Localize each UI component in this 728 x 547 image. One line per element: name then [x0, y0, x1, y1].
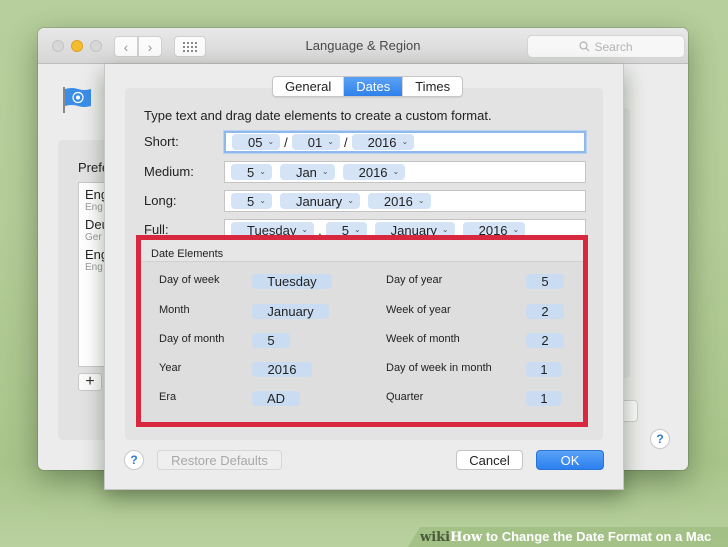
element-label: Era [159, 391, 177, 403]
tab-times[interactable]: Times [402, 77, 462, 96]
date-elements-title: Date Elements [141, 240, 583, 262]
date-token[interactable]: 2016 ⌄ [342, 164, 406, 180]
element-label: Quarter [386, 391, 424, 403]
wikihow-logo-how: How [450, 530, 483, 545]
chevron-down-icon: ⌄ [327, 137, 334, 146]
search-icon [579, 41, 590, 52]
help-button[interactable]: ? [650, 429, 670, 449]
format-row-long: Long: 5 ⌄ January ⌄ 2016 ⌄ [144, 190, 586, 212]
wikihow-banner: wikiHow to Change the Date Format on a M… [408, 527, 728, 547]
element-label: Week of month [386, 333, 460, 345]
banner-title: to Change the Date Format on a Mac [482, 529, 712, 544]
add-language-button[interactable]: + [78, 373, 102, 391]
element-label: Week of year [386, 304, 451, 316]
separator-text: / [343, 134, 348, 150]
chevron-down-icon: ⌄ [259, 196, 266, 205]
draggable-element-day-of-month[interactable]: 5 [252, 333, 290, 348]
date-token[interactable]: 2016 ⌄ [462, 222, 526, 238]
element-label: Year [159, 362, 182, 374]
draggable-element-day-of-year[interactable]: 5 [526, 274, 564, 289]
draggable-element-day-of-week-in-month[interactable]: 1 [526, 362, 562, 377]
date-token[interactable]: January ⌄ [374, 222, 455, 238]
date-token[interactable]: 01 ⌄ [291, 134, 340, 150]
medium-format-field[interactable]: 5 ⌄ Jan ⌄ 2016 ⌄ [224, 161, 586, 183]
draggable-element-month[interactable]: January [252, 304, 329, 319]
short-format-field[interactable]: 05 ⌄ / 01 ⌄ / 2016 ⌄ [224, 131, 586, 153]
chevron-down-icon: ⌄ [353, 225, 361, 234]
chevron-down-icon: ⌄ [441, 225, 449, 234]
instruction-text: Type text and drag date elements to crea… [144, 108, 492, 123]
separator-text: / [284, 134, 288, 150]
draggable-element-week-of-month[interactable]: 2 [526, 333, 564, 348]
format-label: Short: [144, 134, 179, 149]
date-token[interactable]: 2016 ⌄ [351, 134, 415, 150]
format-row-short: Short: 05 ⌄ / 01 ⌄ / 2016 ⌄ [144, 131, 586, 153]
date-token[interactable]: January ⌄ [279, 193, 360, 209]
format-label: Medium: [144, 164, 194, 179]
element-label: Month [159, 304, 190, 316]
sheet-help-button[interactable]: ? [124, 450, 144, 470]
date-token[interactable]: 5 ⌄ [325, 222, 367, 238]
date-token[interactable]: 5 ⌄ [231, 193, 272, 209]
chevron-down-icon: ⌄ [321, 167, 329, 176]
search-field[interactable]: Search [527, 35, 685, 58]
date-token[interactable]: Jan ⌄ [279, 164, 335, 180]
format-row-full: Full: Tuesday ⌄ , 5 ⌄ January ⌄ 2016 ⌄ [144, 219, 586, 241]
draggable-element-week-of-year[interactable]: 2 [526, 304, 564, 319]
restore-defaults-button[interactable]: Restore Defaults [157, 450, 282, 470]
chevron-down-icon: ⌄ [417, 196, 425, 205]
chevron-down-icon: ⌄ [512, 225, 520, 234]
element-label: Day of week in month [386, 362, 492, 374]
separator-text: , [318, 222, 322, 238]
tab-general[interactable]: General [273, 77, 343, 96]
format-row-medium: Medium: 5 ⌄ Jan ⌄ 2016 ⌄ [144, 161, 586, 183]
draggable-element-quarter[interactable]: 1 [526, 391, 562, 406]
date-elements-panel: Date Elements Day of week Tuesday Month … [141, 240, 583, 422]
tab-dates[interactable]: Dates [343, 77, 403, 96]
wikihow-logo-wiki: wiki [420, 530, 451, 545]
date-token[interactable]: 2016 ⌄ [367, 193, 431, 209]
ok-button[interactable]: OK [536, 450, 604, 470]
chevron-down-icon: ⌄ [347, 196, 354, 205]
chevron-down-icon: ⌄ [301, 225, 309, 234]
chevron-down-icon: ⌄ [392, 167, 400, 176]
chevron-down-icon: ⌄ [267, 137, 275, 146]
format-label: Full: [144, 222, 169, 237]
cancel-button[interactable]: Cancel [456, 450, 523, 470]
format-label: Long: [144, 193, 177, 208]
long-format-field[interactable]: 5 ⌄ January ⌄ 2016 ⌄ [224, 190, 586, 212]
un-flag-icon [63, 87, 91, 113]
element-label: Day of month [159, 333, 225, 345]
chevron-down-icon: ⌄ [259, 167, 266, 176]
draggable-element-year[interactable]: 2016 [252, 362, 312, 377]
draggable-element-era[interactable]: AD [252, 391, 300, 406]
element-label: Day of year [386, 274, 443, 286]
search-placeholder: Search [594, 39, 633, 54]
date-token[interactable]: 5 ⌄ [231, 164, 272, 180]
full-format-field[interactable]: Tuesday ⌄ , 5 ⌄ January ⌄ 2016 ⌄ [224, 219, 586, 241]
date-token[interactable]: Tuesday ⌄ [231, 222, 315, 238]
chevron-down-icon: ⌄ [401, 137, 409, 146]
draggable-element-day-of-week[interactable]: Tuesday [252, 274, 332, 289]
title-bar: ‹ › Language & Region Search [38, 28, 688, 64]
date-token[interactable]: 05 ⌄ [232, 134, 281, 150]
element-label: Day of week [159, 274, 220, 286]
tab-bar: General Dates Times [272, 76, 464, 97]
